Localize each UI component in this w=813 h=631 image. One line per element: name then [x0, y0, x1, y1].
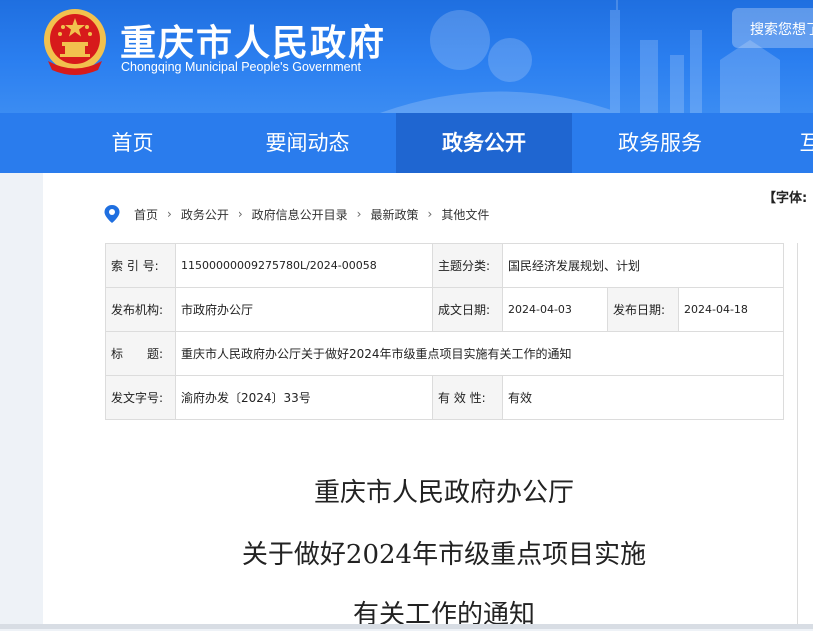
index-label: 索 引 号: [105, 243, 176, 288]
breadcrumb-other-docs[interactable]: 其他文件 [441, 206, 489, 223]
breadcrumb-latest-policy[interactable]: 最新政策 [370, 206, 418, 223]
nav-item-interaction[interactable]: 互 [790, 113, 813, 173]
document-title-line2: 关于做好2024年市级重点项目实施 [241, 540, 647, 570]
table-row: 发布机构: 市政府办公厅 成文日期: 2024-04-03 发布日期: 2024… [105, 287, 785, 332]
nav-item-home[interactable]: 首页 [75, 113, 190, 173]
breadcrumb-home[interactable]: 首页 [134, 206, 158, 223]
breadcrumb-separator-icon: › [167, 207, 172, 221]
font-size-control[interactable]: 【字体: [763, 187, 807, 206]
published-date-value: 2024-04-18 [677, 287, 785, 332]
breadcrumb-separator-icon: › [427, 207, 433, 221]
issuer-value: 市政府办公厅 [175, 287, 433, 332]
national-emblem-icon [44, 9, 106, 75]
search-placeholder: 搜索您想了 [750, 22, 813, 38]
published-date-label: 发布日期: [607, 287, 679, 332]
site-subtitle: Chongqing Municipal People's Government [121, 60, 362, 74]
document-meta-table: 索 引 号: 11500000009275780L/2024-00058 主题分… [105, 243, 785, 420]
table-row: 发文字号: 渝府办发〔2024〕33号 有 效 性: 有效 [105, 375, 785, 420]
breadcrumb-catalog[interactable]: 政府信息公开目录 [252, 206, 348, 223]
nav-item-news[interactable]: 要闻动态 [220, 113, 395, 173]
search-input[interactable]: 搜索您想了 [732, 8, 813, 48]
breadcrumb-separator-icon: › [237, 207, 243, 221]
table-row: 索 引 号: 11500000009275780L/2024-00058 主题分… [105, 243, 785, 288]
issuer-label: 发布机构: [105, 287, 176, 332]
horizontal-scrollbar[interactable] [0, 624, 813, 629]
table-row: 标 题: 重庆市人民政府办公厅关于做好2024年市级重点项目实施有关工作的通知 [105, 331, 785, 376]
topic-value: 国民经济发展规划、计划 [501, 243, 785, 288]
topic-label: 主题分类: [432, 243, 503, 288]
document-title-line1: 重庆市人民政府办公厅 [313, 478, 574, 508]
breadcrumb: 首页 › 政务公开 › 政府信息公开目录 › 最新政策 › 其他文件 [104, 204, 489, 224]
nav-item-gov-affairs[interactable]: 政务公开 [396, 113, 572, 173]
sidebar-divider [797, 243, 798, 629]
created-date-value: 2024-04-03 [502, 287, 608, 332]
nav-item-gov-services[interactable]: 政务服务 [572, 113, 748, 173]
breadcrumb-separator-icon: › [356, 207, 362, 221]
created-date-label: 成文日期: [432, 287, 503, 332]
index-value: 11500000009275780L/2024-00058 [175, 243, 433, 288]
validity-label: 有 效 性: [432, 375, 503, 420]
validity-value: 有效 [501, 375, 785, 420]
title-label: 标 题: [105, 331, 176, 376]
site-header: 重庆市人民政府 Chongqing Municipal People's Gov… [0, 0, 813, 113]
breadcrumb-gov-affairs[interactable]: 政务公开 [181, 206, 229, 223]
site-title[interactable]: 重庆市人民政府 [120, 14, 386, 66]
docno-value: 渝府办发〔2024〕33号 [175, 375, 433, 420]
docno-label: 发文字号: [105, 375, 176, 420]
main-nav: 首页 要闻动态 政务公开 政务服务 互 [0, 113, 813, 173]
title-value: 重庆市人民政府办公厅关于做好2024年市级重点项目实施有关工作的通知 [174, 331, 785, 376]
location-pin-icon [104, 205, 120, 223]
